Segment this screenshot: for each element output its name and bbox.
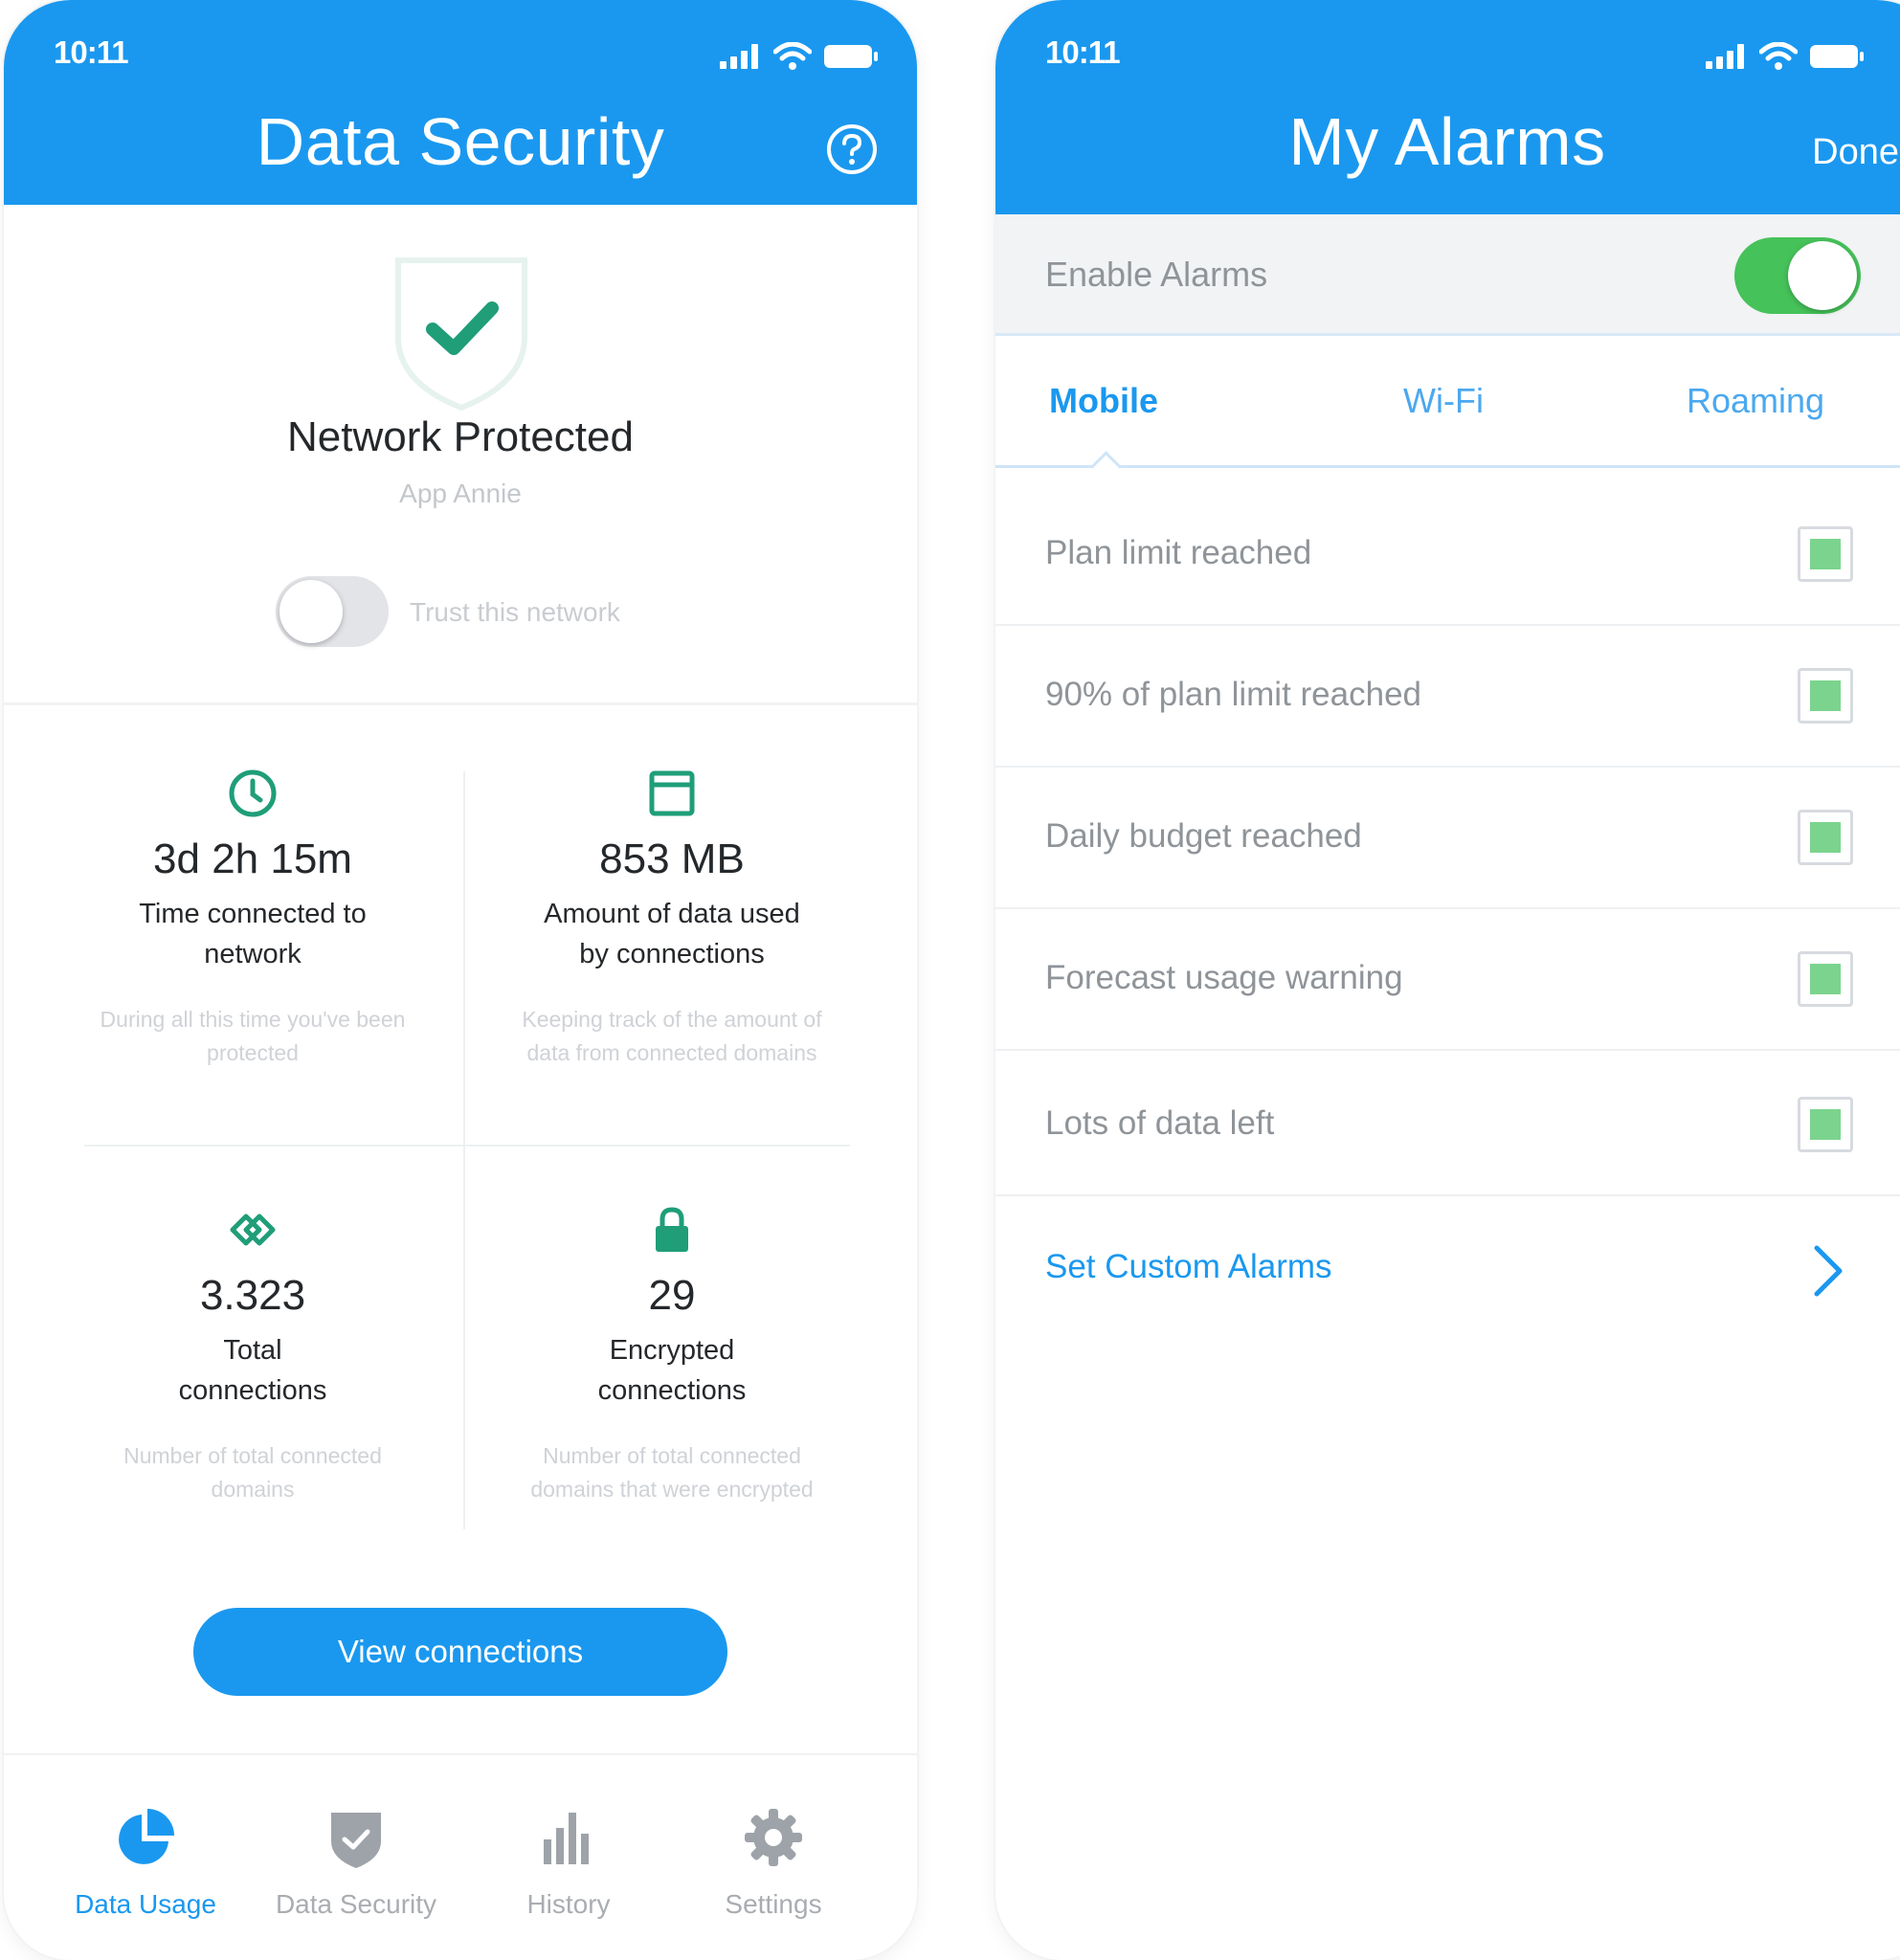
- stat-description: Number of total connected domains: [123, 1443, 382, 1502]
- set-custom-alarms-row[interactable]: Set Custom Alarms: [995, 1202, 1900, 1336]
- stat-description: Keeping track of the amount of data from…: [522, 1007, 822, 1065]
- tab-data-security[interactable]: Data Security: [260, 1805, 452, 1920]
- screenshot-canvas: 10:11 Data Security Network Protected Ap…: [0, 0, 1900, 1960]
- data-security-screen: 10:11 Data Security Network Protected Ap…: [4, 0, 917, 1960]
- grid-divider-horizontal: [84, 1145, 850, 1147]
- cellular-signal-icon: [720, 44, 758, 69]
- stat-value: 3d 2h 15m: [153, 835, 352, 882]
- alarm-label: Daily budget reached: [1045, 817, 1362, 855]
- page-title: My Alarms: [1288, 104, 1606, 179]
- status-time: 10:11: [54, 34, 129, 70]
- connections-icon: [230, 1214, 276, 1246]
- enable-alarms-toggle[interactable]: [1734, 237, 1861, 314]
- section-divider: [4, 702, 917, 705]
- protection-status-title: Network Protected: [287, 413, 634, 460]
- alarm-row-forecast: Forecast usage warning: [995, 907, 1900, 1051]
- page-title: Data Security: [256, 104, 665, 179]
- stat-encrypted-connections: 29 Encrypted connections Number of total…: [461, 1204, 883, 1506]
- alarm-row-plan-limit: Plan limit reached: [995, 482, 1900, 626]
- alarm-label: Forecast usage warning: [1045, 959, 1403, 996]
- tab-label: Settings: [725, 1889, 822, 1919]
- checkbox-fill: [1810, 822, 1841, 853]
- checkbox-fill: [1810, 1109, 1841, 1140]
- alarm-checkbox[interactable]: [1798, 668, 1853, 724]
- alarm-label: Lots of data left: [1045, 1104, 1275, 1142]
- stat-label: Time connected to network: [139, 899, 367, 969]
- status-icons: [720, 42, 879, 71]
- stat-description: Number of total connected domains that w…: [530, 1443, 814, 1502]
- view-connections-button[interactable]: View connections: [193, 1608, 727, 1696]
- stat-time-connected: 3d 2h 15m Time connected to network Duri…: [42, 768, 463, 1070]
- active-tab-indicator: [1090, 451, 1122, 482]
- tab-settings[interactable]: Settings: [678, 1805, 869, 1920]
- clock-icon: [229, 769, 277, 817]
- stat-description: During all this time you've been protect…: [100, 1007, 406, 1065]
- cellular-signal-icon: [1706, 44, 1744, 69]
- tabs-underline: [995, 465, 1900, 468]
- alarm-checkbox[interactable]: [1798, 526, 1853, 582]
- trust-network-label: Trust this network: [410, 597, 620, 627]
- alarm-row-90-percent: 90% of plan limit reached: [995, 624, 1900, 768]
- shield-check-icon: [331, 1813, 381, 1868]
- stat-value: 853 MB: [599, 835, 745, 882]
- tab-mobile[interactable]: Mobile: [1049, 381, 1158, 421]
- tab-label: Data Usage: [75, 1889, 216, 1919]
- lock-icon: [656, 1207, 688, 1252]
- alarm-checkbox[interactable]: [1798, 951, 1853, 1007]
- status-time: 10:11: [1045, 34, 1121, 70]
- toggle-knob: [1788, 241, 1857, 310]
- alarm-checkbox[interactable]: [1798, 1097, 1853, 1152]
- pie-chart-icon: [119, 1809, 174, 1864]
- tab-data-usage[interactable]: Data Usage: [50, 1805, 241, 1920]
- wifi-icon: [773, 42, 812, 70]
- stat-total-connections: 3.323 Total connections Number of total …: [42, 1204, 463, 1506]
- stat-label: Encrypted connections: [597, 1335, 747, 1406]
- tab-label: Data Security: [275, 1889, 437, 1919]
- enable-alarms-label: Enable Alarms: [1045, 255, 1268, 294]
- chevron-right-icon: [1814, 1245, 1843, 1297]
- tab-bar: Data Usage Data Security History Setting…: [4, 1753, 917, 1960]
- bar-chart-icon: [544, 1813, 589, 1864]
- help-circle-icon[interactable]: [825, 122, 879, 176]
- checkbox-fill: [1810, 539, 1841, 569]
- stat-label: Total connections: [178, 1335, 327, 1406]
- stat-value: 29: [648, 1272, 696, 1319]
- tab-wifi[interactable]: Wi-Fi: [1403, 381, 1484, 421]
- gear-icon: [745, 1809, 802, 1866]
- alarm-row-daily-budget: Daily budget reached: [995, 766, 1900, 909]
- my-alarms-screen: 10:11 My Alarms Done Enable Alarms Mobil…: [995, 0, 1900, 1960]
- custom-alarms-label: Set Custom Alarms: [1045, 1248, 1332, 1285]
- stat-data-used: 853 MB Amount of data used by connection…: [461, 768, 883, 1070]
- shield-check-icon: [395, 257, 527, 412]
- stat-value: 3.323: [199, 1272, 306, 1319]
- battery-icon: [824, 45, 878, 68]
- tab-roaming[interactable]: Roaming: [1687, 381, 1824, 421]
- enable-alarms-row: Enable Alarms: [995, 214, 1900, 336]
- alarm-label: 90% of plan limit reached: [1045, 676, 1421, 713]
- stat-label: Amount of data used by connections: [544, 899, 800, 969]
- header-bar: 10:11 My Alarms Done: [995, 0, 1900, 214]
- alarm-checkbox[interactable]: [1798, 810, 1853, 865]
- done-button[interactable]: Done: [1812, 132, 1899, 173]
- tab-label: History: [526, 1889, 611, 1919]
- trust-network-toggle[interactable]: [276, 576, 389, 647]
- network-name: App Annie: [399, 479, 522, 508]
- battery-icon: [1810, 45, 1864, 68]
- wifi-icon: [1759, 42, 1798, 70]
- toggle-knob: [279, 580, 343, 643]
- header-bar: 10:11 Data Security: [4, 0, 917, 205]
- checkbox-fill: [1810, 680, 1841, 711]
- tab-history[interactable]: History: [473, 1805, 664, 1920]
- checkbox-fill: [1810, 964, 1841, 994]
- calendar-icon: [649, 770, 695, 816]
- alarm-row-lots-left: Lots of data left: [995, 1053, 1900, 1196]
- status-icons: [1706, 42, 1865, 71]
- alarm-label: Plan limit reached: [1045, 534, 1312, 571]
- alarm-type-tabs: Mobile Wi-Fi Roaming: [995, 337, 1900, 482]
